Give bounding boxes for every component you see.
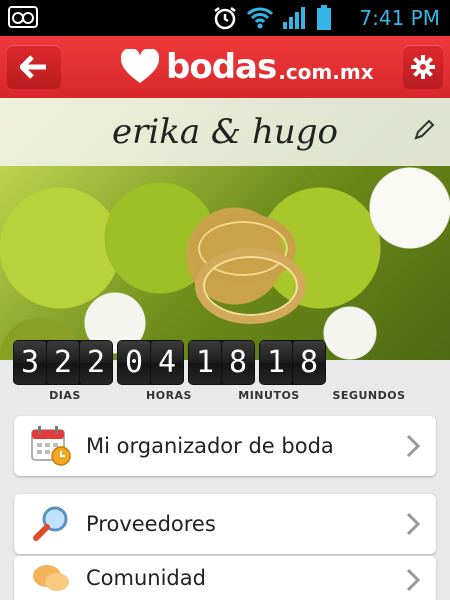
- countdown-digit: 4: [151, 341, 183, 384]
- voicemail-icon: [8, 6, 38, 28]
- menu-item-label: Comunidad: [86, 566, 206, 590]
- wifi-icon: [246, 7, 274, 29]
- back-button[interactable]: [7, 45, 61, 89]
- countdown-digit: 8: [293, 341, 325, 384]
- countdown-digit: 2: [47, 341, 79, 384]
- chat-bubbles-icon: [28, 558, 74, 598]
- settings-button[interactable]: [403, 45, 443, 89]
- status-time: 7:41 PM: [359, 6, 440, 30]
- countdown-days: 3 2 2: [13, 340, 113, 385]
- countdown-digit: 8: [222, 341, 254, 384]
- menu-item-comunidad[interactable]: Comunidad: [14, 556, 436, 600]
- arrow-left-icon: [20, 55, 46, 79]
- chevron-right-icon: [406, 512, 420, 536]
- chevron-right-icon: [406, 568, 420, 592]
- alarm-icon: [214, 7, 236, 30]
- status-bar: 7:41 PM: [0, 0, 450, 36]
- battery-icon: [317, 5, 331, 30]
- logo-word: bodas: [166, 47, 277, 87]
- menu-item-label: Mi organizador de boda: [86, 434, 334, 458]
- heart-icon: [120, 49, 160, 83]
- app-header: bodas .com.mx: [0, 36, 450, 98]
- countdown-timer: 3 2 2 0 4 1 8 1 8: [13, 340, 437, 385]
- gear-icon: [411, 55, 435, 79]
- countdown-digit: 2: [80, 341, 112, 384]
- countdown-digit: 1: [260, 341, 292, 384]
- countdown-minutes: 1 8: [188, 340, 255, 385]
- countdown-hours: 0 4: [117, 340, 184, 385]
- menu-item-proveedores[interactable]: Proveedores: [14, 494, 436, 554]
- minutes-label: MINUTOS: [238, 389, 300, 402]
- magnifier-icon: [28, 501, 74, 547]
- chevron-right-icon: [406, 434, 420, 458]
- bodas-logo: bodas .com.mx: [120, 44, 374, 90]
- countdown-digit: 3: [14, 341, 46, 384]
- menu-item-label: Proveedores: [86, 512, 216, 536]
- pencil-icon[interactable]: [412, 118, 436, 142]
- couple-names: erika & hugo: [111, 112, 339, 152]
- menu-item-organizer[interactable]: Mi organizador de boda: [14, 416, 436, 476]
- countdown-seconds: 1 8: [259, 340, 326, 385]
- logo-domain: .com.mx: [278, 60, 374, 84]
- countdown-labels: DIAS HORAS MINUTOS SEGUNDOS: [13, 389, 437, 402]
- countdown-digit: 1: [189, 341, 221, 384]
- couple-hero-image: erika & hugo: [0, 98, 450, 360]
- days-label: DIAS: [49, 389, 81, 402]
- signal-icon: [283, 7, 305, 29]
- countdown-digit: 0: [118, 341, 150, 384]
- names-bar: erika & hugo: [0, 98, 450, 166]
- seconds-label: SEGUNDOS: [332, 389, 406, 402]
- status-icons: [212, 5, 332, 31]
- hours-label: HORAS: [146, 389, 192, 402]
- wedding-ring: [195, 248, 306, 324]
- calendar-clock-icon: [28, 423, 74, 469]
